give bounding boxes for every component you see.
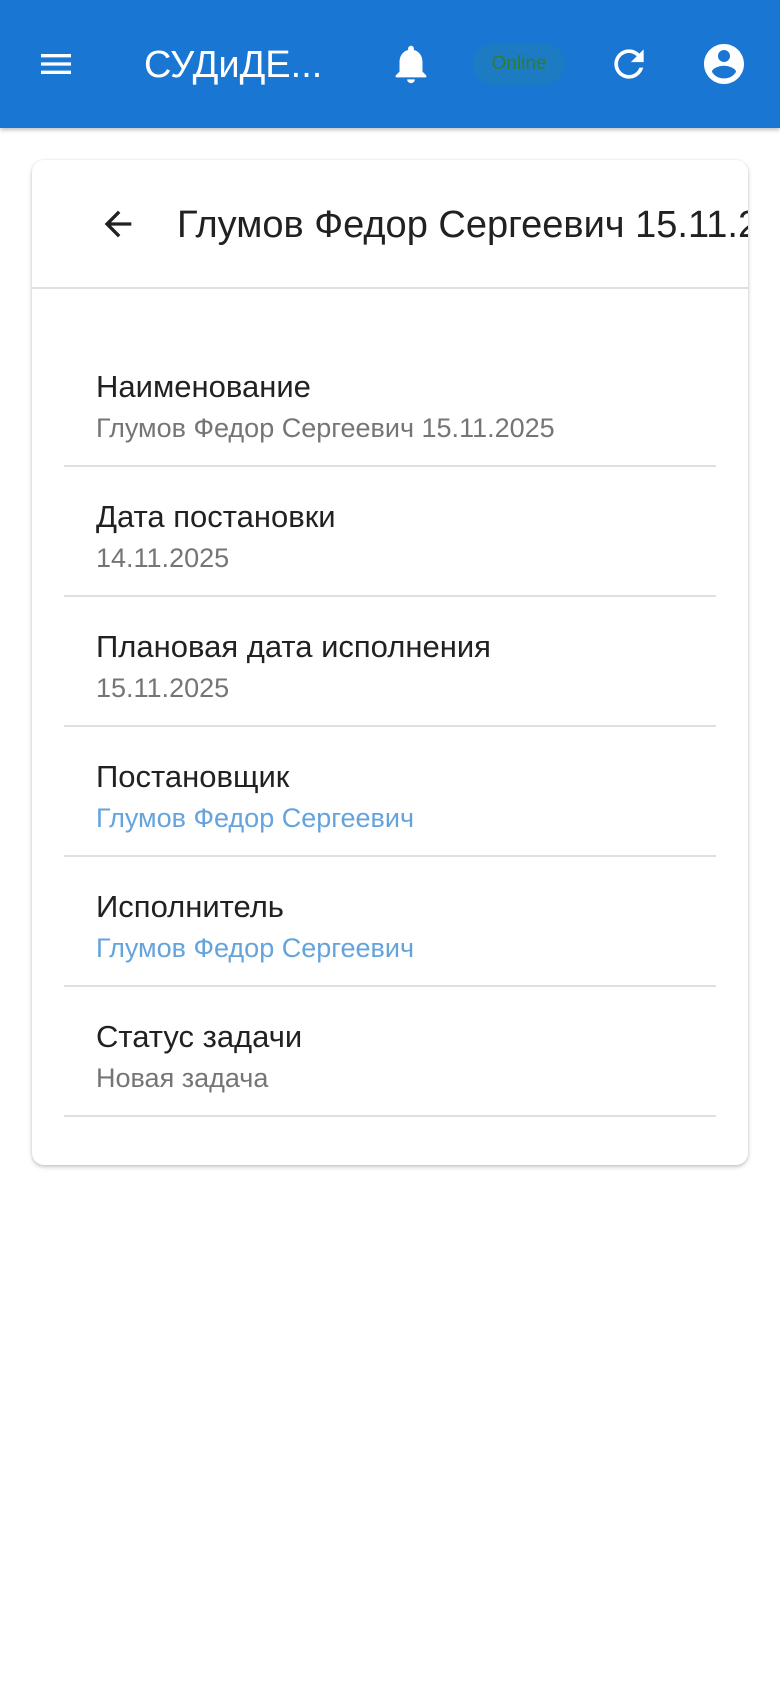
field-label: Плановая дата исполнения — [96, 629, 491, 664]
field-label: Статус задачи — [96, 1019, 303, 1054]
field-name: Наименование Глумов Федор Сергеевич 15.1… — [64, 337, 716, 467]
field-executor: Исполнитель Глумов Федор Сергеевич — [64, 857, 716, 987]
online-status-badge: Online — [473, 43, 565, 85]
field-assigner: Постановщик Глумов Федор Сергеевич — [64, 727, 716, 857]
assigner-link[interactable]: Глумов Федор Сергеевич — [96, 800, 716, 836]
task-card: Глумов Федор Сергеевич 15.11.2025 Наимен… — [32, 160, 748, 1165]
app-bar: СУДиДЕ... Online — [0, 0, 780, 128]
refresh-icon — [614, 49, 644, 79]
account-circle-icon — [704, 44, 744, 84]
notifications-button[interactable] — [381, 34, 441, 94]
arrow-left-icon — [104, 210, 132, 238]
field-label: Дата постановки — [96, 499, 336, 534]
app-title: СУДиДЕ... — [144, 44, 323, 86]
task-title: Глумов Федор Сергеевич 15.11.2025 — [177, 204, 748, 246]
card-header: Глумов Федор Сергеевич 15.11.2025 — [32, 160, 748, 289]
menu-icon — [41, 54, 71, 74]
field-value: Глумов Федор Сергеевич 15.11.2025 — [96, 413, 555, 443]
field-label: Исполнитель — [96, 889, 284, 924]
field-label: Наименование — [96, 369, 311, 404]
field-label: Постановщик — [96, 759, 290, 794]
refresh-button[interactable] — [599, 34, 659, 94]
menu-button[interactable] — [26, 34, 86, 94]
account-button[interactable] — [694, 34, 754, 94]
task-status-value: Новая задача — [96, 1063, 269, 1093]
field-created-date: Дата постановки 14.11.2025 — [64, 467, 716, 597]
back-button[interactable] — [86, 192, 150, 256]
field-planned-date: Плановая дата исполнения 15.11.2025 — [64, 597, 716, 727]
field-status: Статус задачи Новая задача — [64, 987, 716, 1117]
field-value: 14.11.2025 — [96, 543, 230, 573]
field-value: 15.11.2025 — [96, 673, 230, 703]
bell-icon — [395, 45, 427, 84]
task-fields-list: Наименование Глумов Федор Сергеевич 15.1… — [64, 337, 716, 1117]
executor-link[interactable]: Глумов Федор Сергеевич — [96, 930, 716, 966]
